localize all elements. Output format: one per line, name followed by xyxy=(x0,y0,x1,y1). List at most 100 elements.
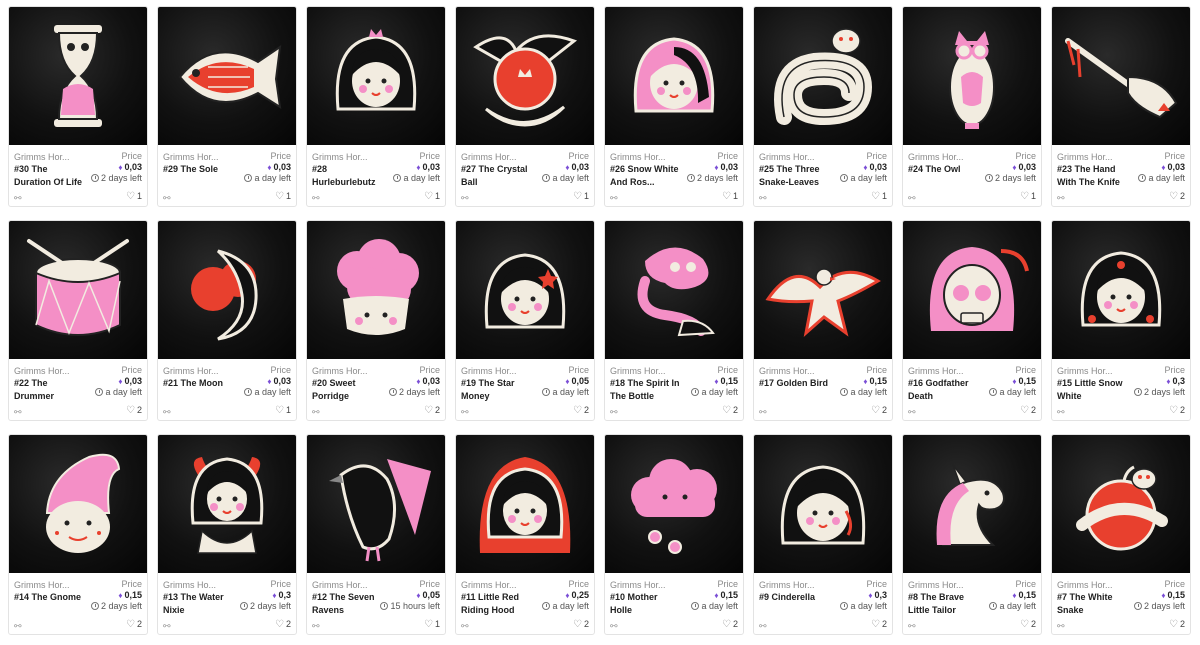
collection-name[interactable]: Grimms Hor... xyxy=(908,366,970,376)
nft-card[interactable]: Grimms Hor... Price #19 The Star Money ♦… xyxy=(455,220,595,421)
nft-artwork-raven[interactable] xyxy=(307,435,445,573)
collection-name[interactable]: Grimms Hor... xyxy=(1057,580,1119,590)
like-button[interactable]: ♡ 2 xyxy=(573,405,589,416)
nft-card[interactable]: Grimms Hor... Price #16 Godfather Death … xyxy=(902,220,1042,421)
item-title[interactable]: #22 The Drummer xyxy=(14,377,84,402)
link-icon[interactable]: ⚯ xyxy=(461,621,469,632)
collection-name[interactable]: Grimms Hor... xyxy=(610,580,672,590)
like-button[interactable]: ♡ 2 xyxy=(1169,405,1185,416)
nft-artwork-gnome[interactable] xyxy=(9,435,147,573)
item-title[interactable]: #20 Sweet Porridge xyxy=(312,377,382,402)
like-button[interactable]: ♡ 1 xyxy=(1020,191,1036,202)
link-icon[interactable]: ⚯ xyxy=(14,193,22,204)
nft-card[interactable]: Grimms Hor... Price #26 Snow White And R… xyxy=(604,6,744,207)
collection-name[interactable]: Grimms Hor... xyxy=(1057,152,1119,162)
nft-card[interactable]: Grimms Hor... Price #12 The Seven Ravens… xyxy=(306,434,446,635)
item-title[interactable]: #25 The Three Snake-Leaves xyxy=(759,163,829,188)
nft-artwork-apple[interactable] xyxy=(1052,435,1190,573)
collection-name[interactable]: Grimms Hor... xyxy=(908,580,970,590)
nft-artwork-knife[interactable] xyxy=(1052,7,1190,145)
collection-name[interactable]: Grimms Hor... xyxy=(163,152,225,162)
collection-name[interactable]: Grimms Hor... xyxy=(461,366,523,376)
link-icon[interactable]: ⚯ xyxy=(610,193,618,204)
nft-artwork-girl-star[interactable] xyxy=(456,221,594,359)
link-icon[interactable]: ⚯ xyxy=(908,193,916,204)
like-button[interactable]: ♡ 2 xyxy=(424,405,440,416)
collection-name[interactable]: Grimms Hor... xyxy=(759,580,821,590)
like-button[interactable]: ♡ 2 xyxy=(1169,619,1185,630)
collection-name[interactable]: Grimms Hor... xyxy=(610,366,672,376)
link-icon[interactable]: ⚯ xyxy=(1057,193,1065,204)
link-icon[interactable]: ⚯ xyxy=(908,621,916,632)
nft-card[interactable]: Grimms Hor... Price #29 The Sole ♦ 0,03 a… xyxy=(157,6,297,207)
link-icon[interactable]: ⚯ xyxy=(1057,407,1065,418)
nft-card[interactable]: Grimms Hor... Price #17 Golden Bird ♦ 0,1… xyxy=(753,220,893,421)
nft-card[interactable]: Grimms Hor... Price #27 The Crystal Ball… xyxy=(455,6,595,207)
nft-artwork-spirit[interactable] xyxy=(605,221,743,359)
link-icon[interactable]: ⚯ xyxy=(14,407,22,418)
nft-artwork-nixie[interactable] xyxy=(158,435,296,573)
item-title[interactable]: #24 The Owl xyxy=(908,163,978,176)
link-icon[interactable]: ⚯ xyxy=(14,621,22,632)
collection-name[interactable]: Grimms Hor... xyxy=(759,152,821,162)
collection-name[interactable]: Grimms Hor... xyxy=(461,580,523,590)
nft-artwork-porridge[interactable] xyxy=(307,221,445,359)
like-button[interactable]: ♡ 2 xyxy=(871,405,887,416)
nft-card[interactable]: Grimms Hor... Price #20 Sweet Porridge ♦… xyxy=(306,220,446,421)
link-icon[interactable]: ⚯ xyxy=(610,407,618,418)
link-icon[interactable]: ⚯ xyxy=(312,621,320,632)
item-title[interactable]: #11 Little Red Riding Hood xyxy=(461,591,531,616)
like-button[interactable]: ♡ 2 xyxy=(871,619,887,630)
like-button[interactable]: ♡ 2 xyxy=(126,405,142,416)
link-icon[interactable]: ⚯ xyxy=(461,193,469,204)
item-title[interactable]: #9 Cinderella xyxy=(759,591,829,604)
collection-name[interactable]: Grimms Hor... xyxy=(312,580,374,590)
nft-card[interactable]: Grimms Ho... Price #13 The Water Nixie ♦… xyxy=(157,434,297,635)
link-icon[interactable]: ⚯ xyxy=(759,621,767,632)
like-button[interactable]: ♡ 1 xyxy=(424,191,440,202)
nft-artwork-cloud[interactable] xyxy=(605,435,743,573)
like-button[interactable]: ♡ 2 xyxy=(1020,619,1036,630)
nft-card[interactable]: Grimms Hor... Price #23 The Hand With Th… xyxy=(1051,6,1191,207)
nft-card[interactable]: Grimms Hor... Price #25 The Three Snake-… xyxy=(753,6,893,207)
collection-name[interactable]: Grimms Hor... xyxy=(1057,366,1119,376)
item-title[interactable]: #26 Snow White And Ros... xyxy=(610,163,680,188)
nft-artwork-crystal[interactable] xyxy=(456,7,594,145)
collection-name[interactable]: Grimms Hor... xyxy=(163,366,225,376)
nft-card[interactable]: Grimms Hor... Price #24 The Owl ♦ 0,03 2 … xyxy=(902,6,1042,207)
like-button[interactable]: ♡ 2 xyxy=(275,619,291,630)
nft-artwork-drum[interactable] xyxy=(9,221,147,359)
nft-artwork-snowwhite[interactable] xyxy=(1052,221,1190,359)
collection-name[interactable]: Grimms Hor... xyxy=(312,366,374,376)
item-title[interactable]: #13 The Water Nixie xyxy=(163,591,233,616)
collection-name[interactable]: Grimms Hor... xyxy=(461,152,523,162)
like-button[interactable]: ♡ 2 xyxy=(722,619,738,630)
link-icon[interactable]: ⚯ xyxy=(610,621,618,632)
link-icon[interactable]: ⚯ xyxy=(312,193,320,204)
collection-name[interactable]: Grimms Hor... xyxy=(610,152,672,162)
like-button[interactable]: ♡ 2 xyxy=(573,619,589,630)
nft-card[interactable]: Grimms Hor... Price #14 The Gnome ♦ 0,15 … xyxy=(8,434,148,635)
nft-artwork-moon[interactable] xyxy=(158,221,296,359)
item-title[interactable]: #17 Golden Bird xyxy=(759,377,829,390)
nft-card[interactable]: Grimms Hor... Price #21 The Moon ♦ 0,03 a… xyxy=(157,220,297,421)
link-icon[interactable]: ⚯ xyxy=(312,407,320,418)
item-title[interactable]: #7 The White Snake xyxy=(1057,591,1127,616)
collection-name[interactable]: Grimms Hor... xyxy=(14,366,76,376)
like-button[interactable]: ♡ 1 xyxy=(722,191,738,202)
link-icon[interactable]: ⚯ xyxy=(163,621,171,632)
nft-card[interactable]: Grimms Hor... Price #7 The White Snake ♦… xyxy=(1051,434,1191,635)
link-icon[interactable]: ⚯ xyxy=(461,407,469,418)
nft-artwork-unicorn[interactable] xyxy=(903,435,1041,573)
like-button[interactable]: ♡ 1 xyxy=(275,191,291,202)
nft-artwork-bird[interactable] xyxy=(754,221,892,359)
item-title[interactable]: #28 Hurleburlebutz xyxy=(312,163,382,188)
like-button[interactable]: ♡ 2 xyxy=(1169,191,1185,202)
nft-artwork-hourglass[interactable] xyxy=(9,7,147,145)
nft-card[interactable]: Grimms Hor... Price #15 Little Snow Whit… xyxy=(1051,220,1191,421)
collection-name[interactable]: Grimms Hor... xyxy=(14,580,76,590)
item-title[interactable]: #14 The Gnome xyxy=(14,591,84,604)
like-button[interactable]: ♡ 1 xyxy=(573,191,589,202)
nft-artwork-cinderella[interactable] xyxy=(754,435,892,573)
like-button[interactable]: ♡ 1 xyxy=(275,405,291,416)
